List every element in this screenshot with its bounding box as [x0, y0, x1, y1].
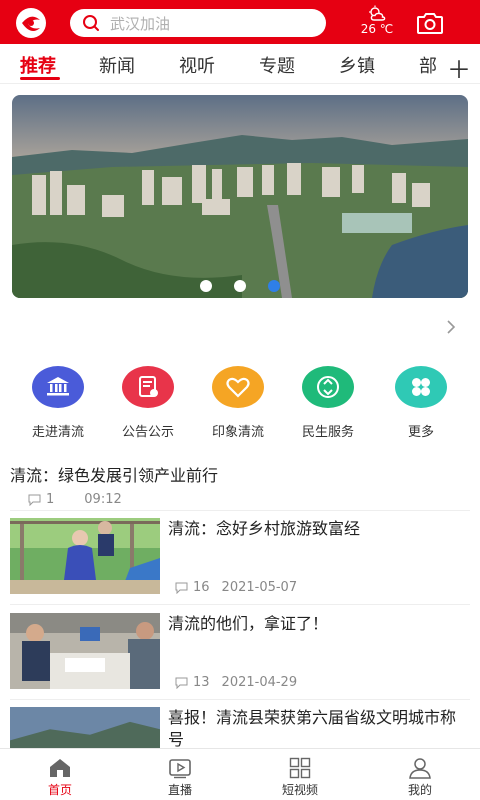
news-meta: 1 09:12	[28, 492, 470, 507]
comment-count: 16	[193, 580, 210, 595]
tab-departments[interactable]: 部	[419, 52, 437, 78]
building-icon	[32, 366, 84, 408]
quick-label: 更多	[407, 425, 434, 440]
category-tabs: 推荐 新闻 视听 专题 乡镇 部 ＋	[0, 44, 480, 84]
chevron-right-icon[interactable]	[444, 318, 458, 336]
comment-count: 1	[46, 492, 55, 507]
live-icon	[169, 759, 191, 779]
camera-icon[interactable]	[416, 11, 444, 35]
search-icon	[83, 15, 99, 31]
quick-item-notice[interactable]: 公告公示	[103, 366, 193, 440]
comment-icon	[28, 494, 41, 506]
nav-label: 我的	[407, 783, 432, 797]
tab-news[interactable]: 新闻	[99, 52, 135, 78]
weather-temperature: 26 ℃	[360, 22, 394, 36]
news-title: 清流：念好乡村旅游致富经	[168, 519, 361, 538]
quick-item-services[interactable]: 民生服务	[283, 366, 373, 440]
divider	[10, 699, 470, 700]
banner-carousel[interactable]	[12, 95, 468, 298]
quick-label: 走进清流	[31, 425, 84, 440]
carousel-dot[interactable]	[200, 280, 212, 292]
app-header: 武汉加油 26 ℃	[0, 0, 480, 44]
comment-icon	[175, 582, 188, 594]
news-item[interactable]: 清流：念好乡村旅游致富经 16 2021-05-07	[10, 518, 470, 596]
partly-cloudy-icon	[369, 5, 386, 21]
news-date: 2021-05-07	[221, 580, 298, 595]
tab-video[interactable]: 视听	[179, 52, 215, 78]
user-icon	[409, 758, 431, 779]
quick-label: 民生服务	[301, 425, 354, 440]
nav-label: 首页	[47, 783, 72, 797]
tab-special[interactable]: 专题	[259, 52, 295, 78]
news-date: 2021-04-29	[221, 675, 298, 690]
news-item[interactable]: 喜报！清流县荣获第六届省级文明城市称号	[10, 707, 470, 748]
nav-label: 直播	[167, 783, 192, 797]
news-item[interactable]: 清流的他们，拿证了！ 13 2021-04-29	[10, 613, 470, 691]
search-bar[interactable]: 武汉加油	[70, 9, 326, 37]
nav-short-video[interactable]: 短视频	[260, 757, 340, 798]
heart-icon	[212, 366, 264, 408]
divider	[10, 604, 470, 605]
add-channel-icon[interactable]: ＋	[447, 50, 471, 85]
nav-label: 短视频	[281, 783, 318, 797]
quick-item-more[interactable]: 更多	[376, 366, 466, 440]
tab-towns[interactable]: 乡镇	[339, 52, 375, 78]
comment-icon	[175, 677, 188, 689]
bottom-navigation: 首页 直播 短视频 我的	[0, 748, 480, 800]
carousel-dot[interactable]	[234, 280, 246, 292]
quick-menu: 走进清流 公告公示 印象清流 民生服务 更多	[0, 366, 480, 446]
weather-widget[interactable]: 26 ℃	[354, 5, 400, 41]
news-thumbnail	[10, 707, 160, 748]
app-logo[interactable]	[14, 6, 48, 40]
active-tab-indicator	[20, 77, 60, 80]
nav-live[interactable]: 直播	[140, 757, 220, 798]
news-thumbnail	[10, 518, 160, 594]
carousel-dot-active[interactable]	[268, 280, 280, 292]
quick-item-about[interactable]: 走进清流	[13, 366, 103, 440]
news-meta: 13 2021-04-29	[175, 675, 297, 690]
grid-icon	[395, 366, 447, 408]
quick-label: 公告公示	[121, 425, 174, 440]
banner-image	[12, 95, 468, 298]
news-title: 清流：绿色发展引领产业前行	[10, 466, 219, 485]
search-placeholder: 武汉加油	[110, 14, 171, 33]
news-title: 喜报！清流县荣获第六届省级文明城市称号	[168, 708, 457, 748]
nav-profile[interactable]: 我的	[380, 757, 460, 798]
news-time: 09:12	[84, 492, 122, 507]
news-title: 清流的他们，拿证了！	[168, 614, 329, 633]
recycle-icon	[302, 366, 354, 408]
quick-item-impression[interactable]: 印象清流	[193, 366, 283, 440]
tab-recommend[interactable]: 推荐	[20, 52, 56, 78]
nav-home[interactable]: 首页	[20, 757, 100, 798]
divider	[10, 510, 470, 511]
news-meta: 16 2021-05-07	[175, 580, 297, 595]
notice-icon	[122, 366, 174, 408]
comment-count: 13	[193, 675, 210, 690]
news-thumbnail	[10, 613, 160, 689]
carousel-dots	[12, 280, 468, 292]
home-icon	[50, 759, 70, 777]
news-item-featured[interactable]: 清流：绿色发展引领产业前行 1 09:12	[10, 462, 470, 507]
quick-label: 印象清流	[211, 425, 264, 440]
short-video-icon	[289, 757, 311, 779]
